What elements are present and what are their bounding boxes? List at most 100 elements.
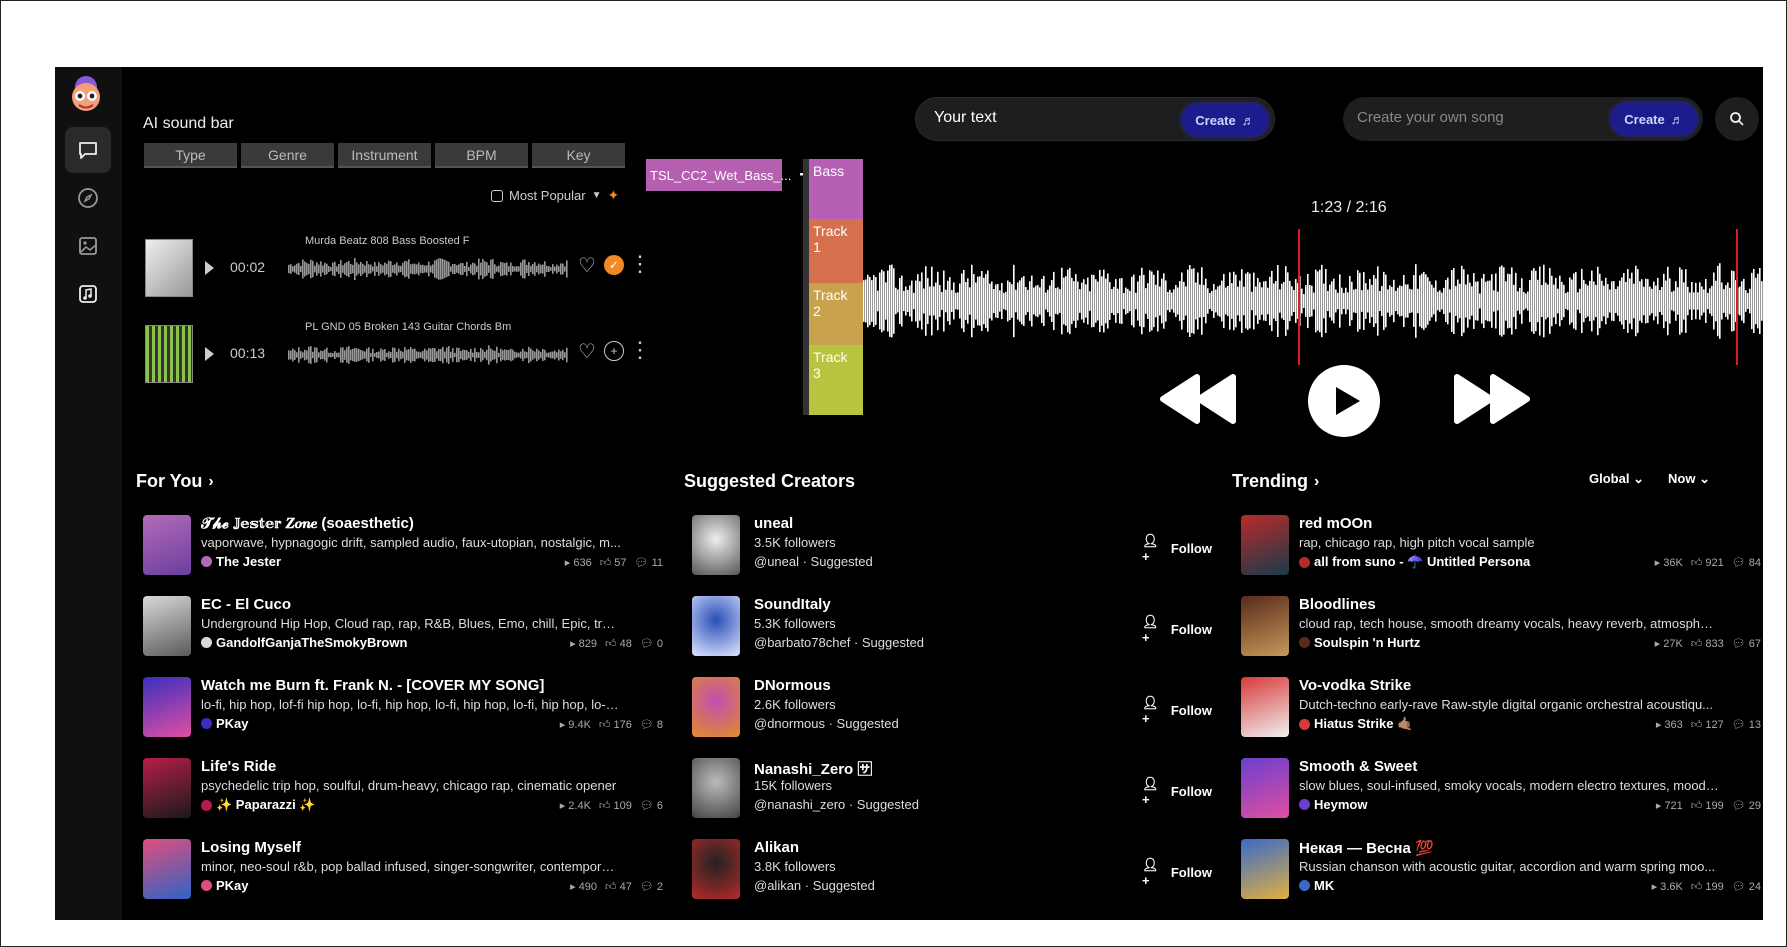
sound-track-row[interactable]: 00:13 PL GND 05 Broken 143 Guitar Chords… — [145, 319, 651, 389]
lane-track-3[interactable]: Track 3 — [809, 345, 863, 415]
filter-type[interactable]: Type — [144, 143, 237, 168]
song-cover[interactable] — [1241, 515, 1289, 575]
time-filter-dropdown[interactable]: Now ⌄ — [1668, 471, 1710, 487]
fast-forward-button[interactable] — [1453, 371, 1531, 432]
search-button[interactable] — [1715, 97, 1759, 141]
more-options-icon[interactable]: ⋮ — [629, 253, 651, 275]
song-author[interactable]: Heymow — [1299, 797, 1367, 812]
create-song-button[interactable]: Create ♬ — [1611, 103, 1697, 135]
song-prompt-input[interactable] — [1357, 109, 1597, 126]
creator-row[interactable]: uneal 3.5K followers @uneal · Suggested … — [692, 509, 1212, 590]
creator-avatar[interactable] — [692, 677, 740, 737]
song-title[interactable]: Некая — Весна 💯 — [1299, 839, 1739, 857]
creator-row[interactable]: Alikan 3.8K followers @alikan · Suggeste… — [692, 833, 1212, 914]
creator-row[interactable]: Nanashi_Zero 🈂 15K followers @nanashi_ze… — [692, 752, 1212, 833]
song-author[interactable]: Soulspin 'n Hurtz — [1299, 635, 1420, 650]
song-author[interactable]: PKay — [201, 716, 249, 731]
song-cover[interactable] — [1241, 758, 1289, 818]
creator-name[interactable]: Alikan — [754, 839, 799, 856]
song-cover[interactable] — [143, 515, 191, 575]
creator-avatar[interactable] — [692, 596, 740, 656]
creator-row[interactable]: DNormous 2.6K followers @dnormous · Sugg… — [692, 671, 1212, 752]
lane-track-1[interactable]: Track 1 — [809, 219, 863, 283]
song-row[interactable]: Losing Myself minor, neo-soul r&b, pop b… — [143, 833, 663, 914]
region-filter-dropdown[interactable]: Global ⌄ — [1589, 471, 1644, 487]
creator-avatar[interactable] — [692, 839, 740, 899]
song-cover[interactable] — [1241, 839, 1289, 899]
filter-instrument[interactable]: Instrument — [338, 143, 431, 168]
song-cover[interactable] — [143, 839, 191, 899]
song-author[interactable]: all from suno - ☂️ Untitled Persona — [1299, 554, 1530, 570]
song-author[interactable]: PKay — [201, 878, 249, 893]
song-cover[interactable] — [143, 596, 191, 656]
song-title[interactable]: red mOOn — [1299, 515, 1739, 532]
song-row[interactable]: Некая — Весна 💯 Russian chanson with aco… — [1241, 833, 1761, 914]
song-row[interactable]: Vo-vodka Strike Dutch-techno early-rave … — [1241, 671, 1761, 752]
song-title[interactable]: Vo-vodka Strike — [1299, 677, 1739, 694]
prompt-input[interactable] — [934, 109, 1164, 127]
create-button[interactable]: Create ♬ — [1182, 104, 1268, 136]
nav-music-button[interactable] — [65, 271, 111, 317]
play-button[interactable] — [1308, 365, 1380, 442]
song-row[interactable]: red mOOn rap, chicago rap, high pitch vo… — [1241, 509, 1761, 590]
filter-key[interactable]: Key — [532, 143, 625, 168]
creator-avatar[interactable] — [692, 515, 740, 575]
nav-explore-button[interactable] — [65, 175, 111, 221]
more-options-icon[interactable]: ⋮ — [629, 339, 651, 361]
filter-bpm[interactable]: BPM — [435, 143, 528, 168]
song-row[interactable]: Bloodlines cloud rap, tech house, smooth… — [1241, 590, 1761, 671]
follow-button[interactable]: 👤︎+ Follow — [1142, 533, 1212, 564]
rewind-button[interactable] — [1159, 371, 1237, 432]
song-title[interactable]: Watch me Burn ft. Frank N. - [COVER MY S… — [201, 677, 641, 694]
lane-track-2[interactable]: Track 2 — [809, 283, 863, 345]
song-row[interactable]: Watch me Burn ft. Frank N. - [COVER MY S… — [143, 671, 663, 752]
play-icon[interactable] — [205, 261, 214, 275]
song-title[interactable]: Life's Ride — [201, 758, 641, 775]
add-icon[interactable]: + — [604, 341, 624, 361]
song-author[interactable]: ✨ Paparazzi ✨ — [201, 797, 316, 813]
sort-dropdown[interactable]: Most Popular ▼ ✦ — [491, 187, 619, 204]
song-title[interactable]: 𝓣𝓱𝓮 𝕁𝕖𝕤𝕥𝕖𝕣 𝒁𝒐𝒏𝒆 (soaesthetic) — [201, 515, 641, 532]
song-cover[interactable] — [1241, 596, 1289, 656]
creator-name[interactable]: Nanashi_Zero 🈂 — [754, 758, 872, 779]
song-cover[interactable] — [143, 677, 191, 737]
song-title[interactable]: Bloodlines — [1299, 596, 1739, 613]
app-logo-icon[interactable] — [67, 75, 105, 113]
nav-images-button[interactable] — [65, 223, 111, 269]
song-cover[interactable] — [1241, 677, 1289, 737]
playhead-marker[interactable] — [1298, 229, 1300, 365]
song-title[interactable]: EC - El Cuco — [201, 596, 641, 613]
creator-name[interactable]: SoundItaly — [754, 596, 831, 613]
song-author[interactable]: Hiatus Strike 🤙🏽 — [1299, 716, 1413, 732]
song-title[interactable]: Smooth & Sweet — [1299, 758, 1739, 775]
nav-chat-button[interactable] — [65, 127, 111, 173]
follow-button[interactable]: 👤︎+ Follow — [1142, 614, 1212, 645]
creator-row[interactable]: SoundItaly 5.3K followers @barbato78chef… — [692, 590, 1212, 671]
follow-button[interactable]: 👤︎+ Follow — [1142, 857, 1212, 888]
filter-genre[interactable]: Genre — [241, 143, 334, 168]
follow-button[interactable]: 👤︎+ Follow — [1142, 776, 1212, 807]
lane-bass[interactable]: Bass — [809, 159, 863, 219]
main-waveform[interactable] — [863, 263, 1763, 339]
for-you-heading[interactable]: For You › — [136, 471, 214, 492]
song-cover[interactable] — [143, 758, 191, 818]
creator-name[interactable]: uneal — [754, 515, 793, 532]
sound-track-row[interactable]: 00:02 Murda Beatz 808 Bass Boosted F ♡ ✓… — [145, 233, 651, 303]
song-title[interactable]: Losing Myself — [201, 839, 641, 856]
song-author[interactable]: MK — [1299, 878, 1334, 893]
creator-name[interactable]: DNormous — [754, 677, 831, 694]
audio-clip[interactable]: TSL_CC2_Wet_Bass_... ✚ — [646, 159, 810, 191]
song-row[interactable]: EC - El Cuco Underground Hip Hop, Cloud … — [143, 590, 663, 671]
heart-icon[interactable]: ♡ — [578, 253, 596, 278]
play-icon[interactable] — [205, 347, 214, 361]
song-author[interactable]: GandolfGanjaTheSmokyBrown — [201, 635, 407, 650]
song-author[interactable]: The Jester — [201, 554, 281, 569]
creator-avatar[interactable] — [692, 758, 740, 818]
heart-icon[interactable]: ♡ — [578, 339, 596, 364]
song-row[interactable]: 𝓣𝓱𝓮 𝕁𝕖𝕤𝕥𝕖𝕣 𝒁𝒐𝒏𝒆 (soaesthetic) vaporwave,… — [143, 509, 663, 590]
song-row[interactable]: Smooth & Sweet slow blues, soul-infused,… — [1241, 752, 1761, 833]
added-check-icon[interactable]: ✓ — [604, 255, 624, 275]
song-row[interactable]: Life's Ride psychedelic trip hop, soulfu… — [143, 752, 663, 833]
follow-button[interactable]: 👤︎+ Follow — [1142, 695, 1212, 726]
trending-heading[interactable]: Trending › — [1232, 471, 1319, 492]
